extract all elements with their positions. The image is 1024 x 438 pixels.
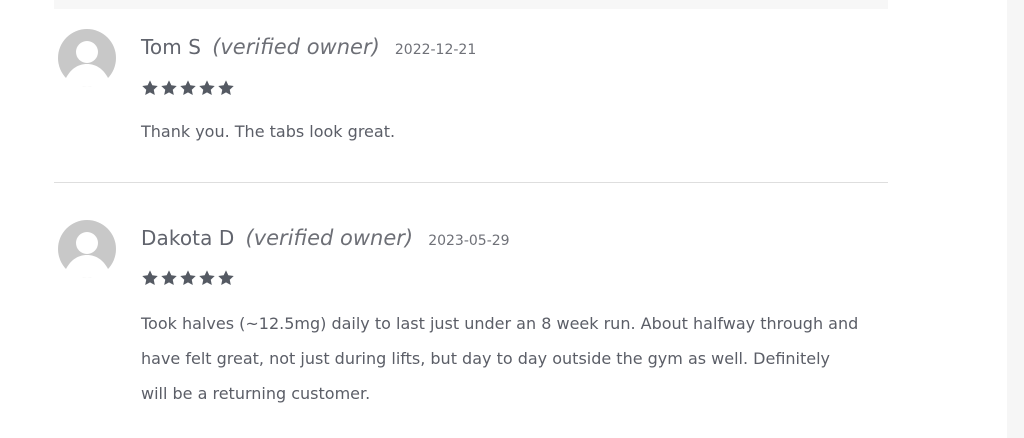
- star-icon: [161, 80, 177, 96]
- user-avatar-icon: [58, 29, 116, 87]
- star-icon: [142, 80, 158, 96]
- star-icon: [218, 80, 234, 96]
- star-icon: [199, 80, 215, 96]
- rating-stars: [141, 269, 235, 287]
- star-icon: [142, 270, 158, 286]
- verified-owner-label: (verified owner): [212, 35, 380, 59]
- star-icon: [180, 270, 196, 286]
- star-icon: [218, 270, 234, 286]
- star-icon: [199, 270, 215, 286]
- verified-owner-label: (verified owner): [245, 226, 414, 250]
- review-text: Took halves (~12.5mg) daily to last just…: [141, 314, 859, 403]
- review-date: 2023-05-29: [428, 233, 510, 249]
- review-item: Tom S (verified owner) 2022-12-21 Thank …: [54, 0, 888, 183]
- review-meta: Dakota D (verified owner) 2023-05-29: [141, 228, 510, 249]
- review-author: Tom S: [141, 35, 202, 59]
- star-icon: [161, 270, 177, 286]
- star-icon: [180, 80, 196, 96]
- rating-stars: [141, 79, 235, 97]
- review-text: Thank you. The tabs look great.: [141, 122, 396, 141]
- review-author: Dakota D: [141, 226, 235, 250]
- page-side-strip: [1007, 0, 1024, 438]
- review-meta: Tom S (verified owner) 2022-12-21: [141, 37, 476, 58]
- review-date: 2022-12-21: [394, 42, 477, 58]
- review-item: Dakota D (verified owner) 2023-05-29 Too…: [54, 182, 888, 438]
- user-avatar-icon: [58, 220, 116, 278]
